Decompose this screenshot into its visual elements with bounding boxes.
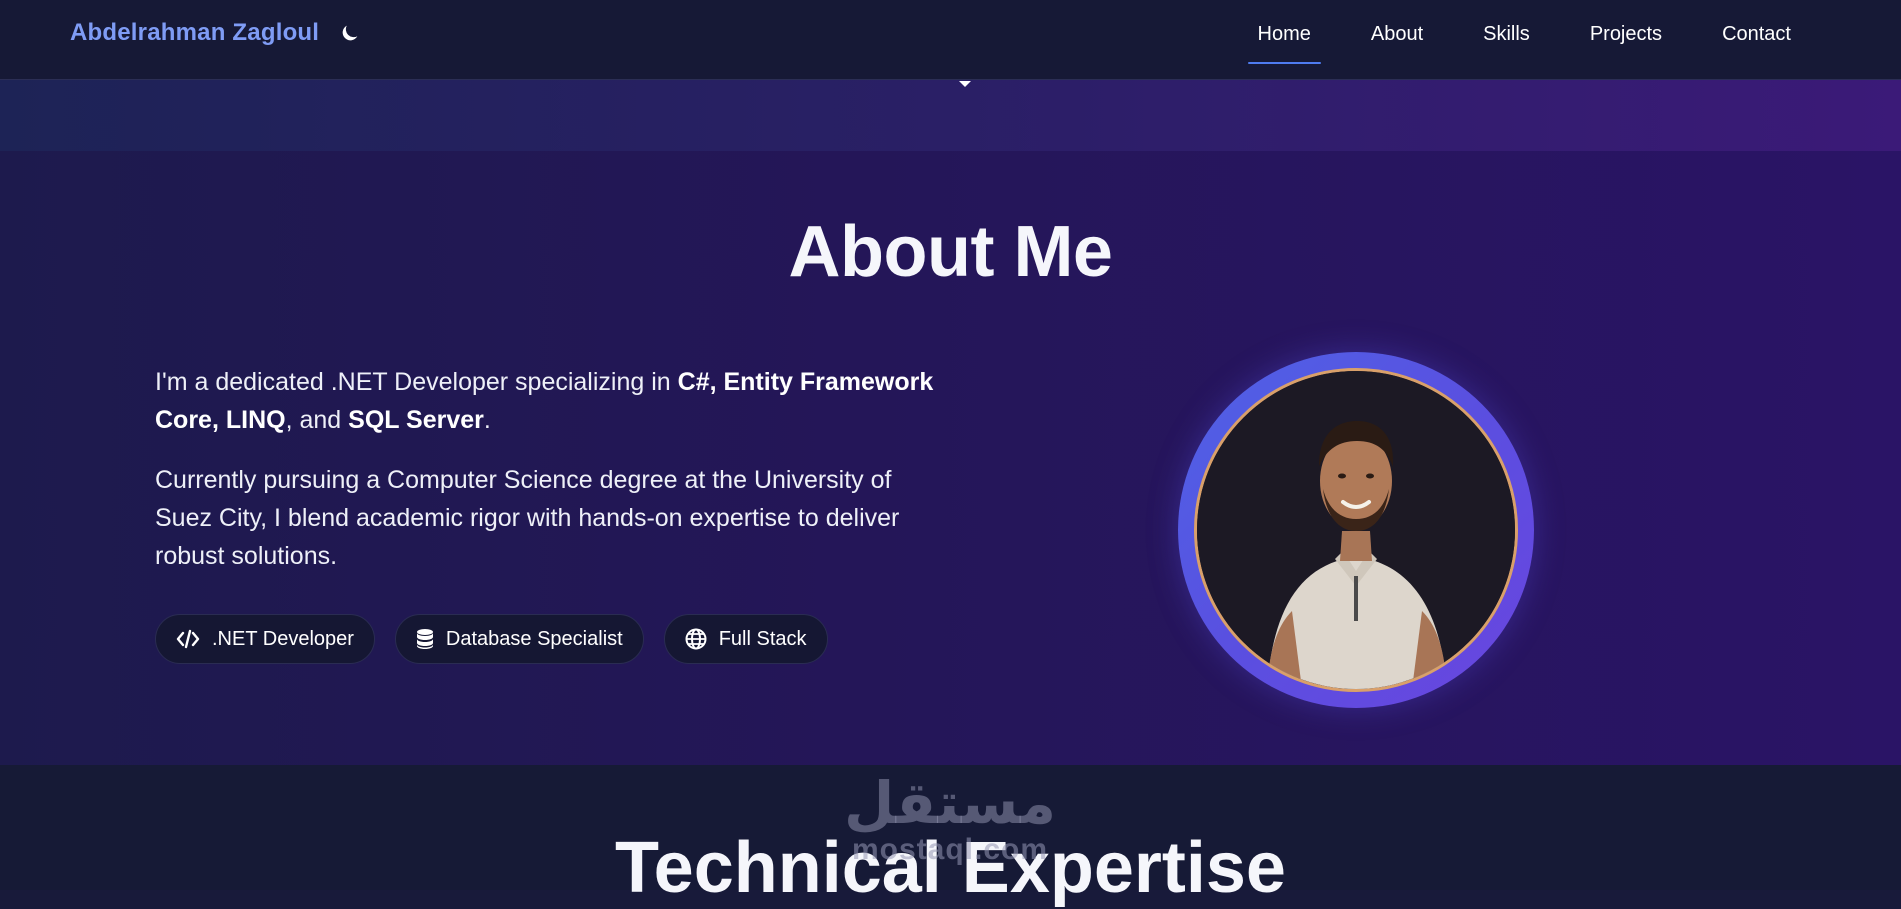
nav-item-home[interactable]: Home xyxy=(1247,0,1322,66)
avatar xyxy=(1194,368,1518,692)
chevron-down-icon[interactable] xyxy=(958,76,972,87)
about-text: I'm a dedicated .NET Developer specializ… xyxy=(155,363,955,597)
nav-item-skills[interactable]: Skills xyxy=(1473,0,1540,66)
nav-item-about[interactable]: About xyxy=(1361,0,1433,66)
badge-label: Database Specialist xyxy=(445,627,623,650)
about-paragraph-1-text-b: , and xyxy=(285,406,349,434)
expertise-section: Technical Expertise xyxy=(0,765,1901,908)
section-title-expertise: Technical Expertise xyxy=(615,828,1286,908)
nav-item-projects[interactable]: Projects xyxy=(1580,0,1672,66)
badge-full-stack[interactable]: Full Stack xyxy=(663,614,828,664)
hero-section-bottom xyxy=(0,80,1901,151)
about-paragraph-2: Currently pursuing a Computer Science de… xyxy=(155,466,900,570)
badge-list: .NET Developer Database Specialist Full … xyxy=(155,614,828,664)
profile-photo xyxy=(1197,371,1515,689)
about-paragraph-1-text-c: . xyxy=(483,406,491,434)
badge-database-specialist[interactable]: Database Specialist xyxy=(394,614,644,664)
badge-dotnet-developer[interactable]: .NET Developer xyxy=(155,614,375,664)
moon-icon[interactable] xyxy=(339,22,361,44)
nav-menu: Home About Skills Projects Contact xyxy=(1208,0,1801,66)
code-icon xyxy=(176,629,200,649)
avatar-ring xyxy=(1178,352,1534,708)
about-section: About Me I'm a dedicated .NET Developer … xyxy=(0,151,1901,765)
badge-label: Full Stack xyxy=(718,627,807,650)
brand-name[interactable]: Abdelrahman Zagloul xyxy=(70,19,319,47)
database-icon xyxy=(416,628,434,650)
about-paragraph-1-text-a: I'm a dedicated .NET Developer specializ… xyxy=(155,368,678,396)
navbar: Abdelrahman Zagloul Home About Skills Pr… xyxy=(0,0,1901,80)
about-sql-highlight: SQL Server xyxy=(348,406,484,434)
globe-icon xyxy=(685,628,707,650)
nav-item-contact[interactable]: Contact xyxy=(1712,0,1801,66)
badge-label: .NET Developer xyxy=(212,627,354,650)
brand: Abdelrahman Zagloul xyxy=(70,18,361,48)
section-title-about: About Me xyxy=(788,212,1113,292)
about-paragraph-1: I'm a dedicated .NET Developer specializ… xyxy=(155,363,955,439)
